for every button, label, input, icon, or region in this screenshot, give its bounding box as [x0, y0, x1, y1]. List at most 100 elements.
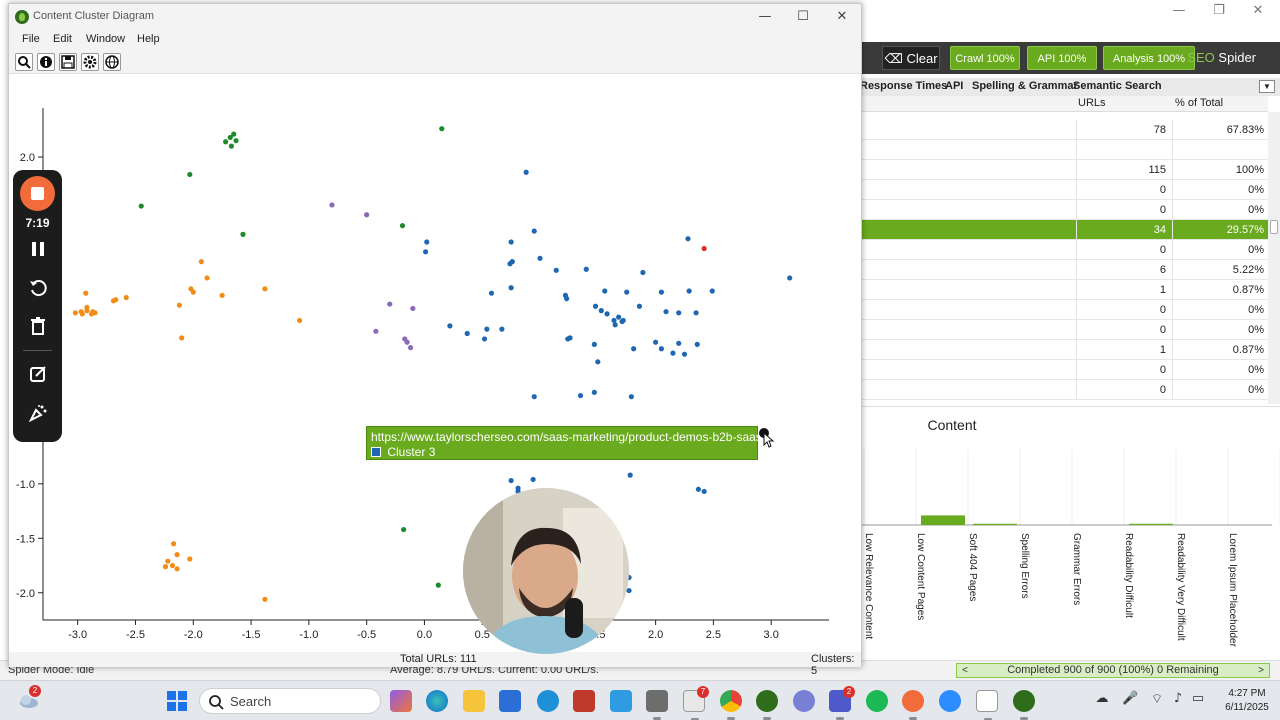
- table-row[interactable]: 34 29.57%: [862, 220, 1268, 240]
- settings-app-icon[interactable]: [793, 690, 815, 712]
- battery-icon[interactable]: ▭: [1190, 691, 1206, 709]
- minimize-icon[interactable]: —: [1164, 2, 1194, 20]
- scatter-point[interactable]: [628, 394, 634, 400]
- scatter-point[interactable]: [787, 275, 793, 281]
- stop-recording-button[interactable]: [20, 176, 55, 211]
- copilot-icon[interactable]: [390, 690, 412, 712]
- scatter-point[interactable]: [227, 134, 233, 141]
- scatter-point[interactable]: [611, 317, 617, 324]
- table-row[interactable]: 0 0%: [862, 360, 1268, 380]
- scatter-point[interactable]: [604, 311, 610, 317]
- scatter-point[interactable]: [297, 317, 303, 324]
- scatter-svg[interactable]: -3.0-2.5-2.0-1.5-1.0-0.50.00.51.01.52.02…: [9, 74, 861, 652]
- restore-icon[interactable]: ❐: [1204, 2, 1234, 20]
- file-explorer-icon[interactable]: [463, 690, 485, 712]
- scatter-point[interactable]: [595, 359, 601, 365]
- cloud-sync-icon[interactable]: ☁: [1094, 691, 1110, 709]
- info-icon[interactable]: [37, 53, 55, 71]
- tab-api[interactable]: API: [945, 80, 963, 92]
- scatter-point[interactable]: [92, 310, 98, 316]
- scatter-point[interactable]: [531, 228, 537, 234]
- minimize-icon[interactable]: —: [750, 7, 780, 27]
- scatter-point[interactable]: [624, 289, 630, 295]
- scatter-point[interactable]: [631, 346, 637, 352]
- phone-link-icon[interactable]: [537, 690, 559, 712]
- scatter-point[interactable]: [530, 476, 536, 483]
- table-row[interactable]: 1 0.87%: [862, 280, 1268, 300]
- scatter-point[interactable]: [686, 288, 692, 294]
- scatter-point[interactable]: [583, 266, 589, 272]
- scatter-point[interactable]: [484, 326, 490, 332]
- clear-button[interactable]: ⌫ Clear: [882, 46, 940, 70]
- scatter-point[interactable]: [174, 566, 180, 572]
- scatter-point[interactable]: [83, 290, 89, 296]
- chevron-left-icon[interactable]: <: [959, 664, 971, 677]
- scatter-point[interactable]: [447, 323, 453, 329]
- scatter-point[interactable]: [685, 236, 691, 242]
- scatter-point[interactable]: [670, 350, 676, 356]
- scatter-point[interactable]: [709, 288, 715, 294]
- scatter-point[interactable]: [174, 552, 180, 558]
- wifi-icon[interactable]: ⌔: [1149, 691, 1165, 709]
- scatter-point[interactable]: [488, 290, 495, 296]
- scatter-point[interactable]: [592, 303, 599, 309]
- scatter-point[interactable]: [424, 239, 430, 245]
- spotify-icon[interactable]: [866, 690, 888, 712]
- scatter-point[interactable]: [694, 341, 700, 347]
- scatter-point[interactable]: [399, 223, 406, 229]
- store-icon[interactable]: [499, 690, 521, 712]
- close-icon[interactable]: ✕: [1243, 2, 1273, 20]
- scatter-point[interactable]: [187, 556, 193, 562]
- scatter-point[interactable]: [187, 171, 193, 178]
- column-percent[interactable]: % of Total: [1175, 97, 1223, 109]
- scatter-point[interactable]: [515, 485, 521, 491]
- scatter-point[interactable]: [537, 255, 543, 261]
- scatter-point[interactable]: [591, 389, 597, 395]
- scatter-point[interactable]: [176, 302, 182, 308]
- scatter-point[interactable]: [627, 472, 633, 478]
- scatter-point[interactable]: [499, 326, 505, 332]
- scatter-point[interactable]: [198, 259, 204, 265]
- scatter-point[interactable]: [531, 394, 537, 400]
- scatter-point[interactable]: [364, 212, 370, 218]
- chrome-icon[interactable]: [720, 690, 742, 720]
- trash-icon[interactable]: [27, 315, 49, 337]
- table-scrollbar[interactable]: [1268, 112, 1280, 404]
- scatter-point[interactable]: [653, 339, 659, 345]
- menu-help[interactable]: Help: [137, 33, 160, 45]
- scatter-point[interactable]: [564, 296, 570, 302]
- scatter-point[interactable]: [387, 301, 393, 307]
- scatter-point[interactable]: [165, 558, 171, 564]
- microphone-icon[interactable]: 🎤: [1122, 691, 1138, 709]
- scatter-point[interactable]: [79, 311, 85, 317]
- scatter-point[interactable]: [701, 245, 707, 252]
- confetti-icon[interactable]: [27, 402, 49, 424]
- volume-icon[interactable]: ♪: [1170, 691, 1186, 709]
- table-row[interactable]: 1 0.87%: [862, 340, 1268, 360]
- scatter-point[interactable]: [612, 322, 618, 328]
- scatter-point[interactable]: [240, 231, 246, 237]
- scatter-point[interactable]: [401, 526, 407, 533]
- scatter-point[interactable]: [169, 562, 176, 569]
- scatter-point[interactable]: [567, 335, 573, 341]
- scatter-point[interactable]: [693, 310, 699, 316]
- scatter-point[interactable]: [663, 309, 669, 315]
- scatter-point[interactable]: [410, 305, 416, 312]
- tabs-dropdown-icon[interactable]: ▼: [1259, 80, 1275, 93]
- crawl-progress-button[interactable]: Crawl 100%: [950, 46, 1020, 70]
- scatter-point[interactable]: [228, 143, 235, 149]
- scatter-point[interactable]: [577, 392, 584, 399]
- close-icon[interactable]: ✕: [827, 7, 857, 27]
- scatter-point[interactable]: [508, 477, 514, 484]
- zoom-icon[interactable]: [939, 690, 961, 712]
- scatter-point[interactable]: [190, 289, 196, 295]
- scatter-point[interactable]: [658, 346, 664, 352]
- tab-spelling-grammar[interactable]: Spelling & Grammar: [972, 80, 1078, 92]
- scatter-point[interactable]: [72, 310, 78, 316]
- scatter-point[interactable]: [171, 541, 177, 547]
- table-row[interactable]: 0 0%: [862, 380, 1268, 400]
- table-row[interactable]: 0 0%: [862, 320, 1268, 340]
- cluster-scatter-plot[interactable]: -3.0-2.5-2.0-1.5-1.0-0.50.00.51.01.52.02…: [9, 74, 861, 652]
- scatter-point[interactable]: [219, 292, 225, 298]
- scatter-point[interactable]: [701, 488, 707, 495]
